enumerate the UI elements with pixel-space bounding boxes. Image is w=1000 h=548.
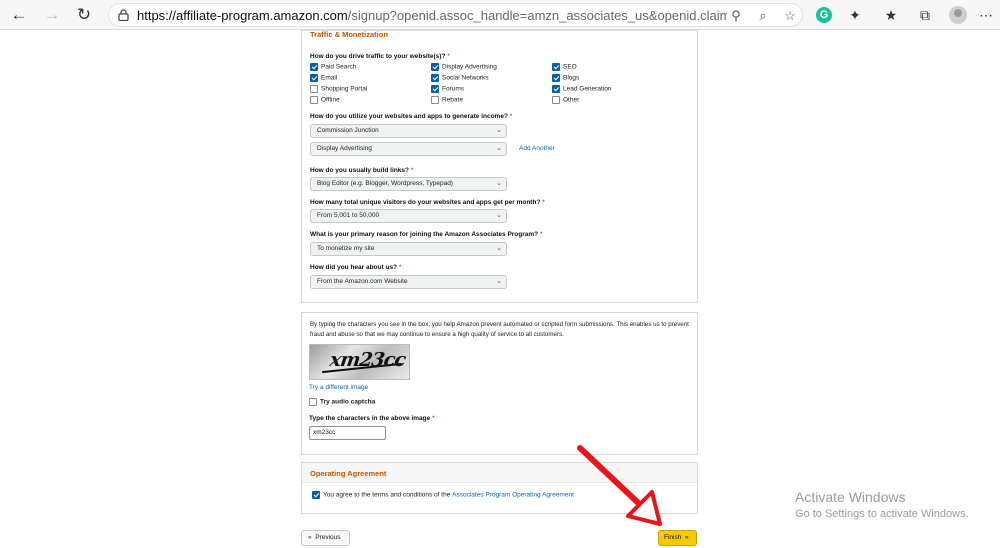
traffic-option-label: Blogs <box>563 74 580 82</box>
utilize-select-2[interactable]: Display Advertising ⌄ <box>310 142 507 156</box>
double-chevron-right-icon: » <box>684 534 689 541</box>
grammarly-icon[interactable]: G <box>816 7 832 23</box>
audio-captcha-checkbox[interactable] <box>309 398 317 406</box>
traffic-option-label: Offline <box>321 96 340 104</box>
traffic-option[interactable]: Lead Generation <box>552 85 611 93</box>
question-hear: How did you hear about us? * <box>310 264 402 271</box>
traffic-option[interactable]: Other <box>552 96 579 104</box>
captcha-explanation: By typing the characters you see in the … <box>310 321 689 338</box>
traffic-option-checkbox[interactable] <box>310 63 318 71</box>
reason-select[interactable]: To monetize my site ⌄ <box>310 242 507 256</box>
chevron-down-icon: ⌄ <box>496 180 502 187</box>
traffic-option-label: Shopping Portal <box>321 85 368 93</box>
traffic-option-label: Display Advertising <box>442 63 497 71</box>
traffic-option-label: Lead Generation <box>563 85 612 93</box>
traffic-option-label: SEO <box>563 63 577 71</box>
previous-button[interactable]: « Previous <box>301 530 350 546</box>
more-icon[interactable]: ⋯ <box>975 5 997 25</box>
traffic-option-checkbox[interactable] <box>552 74 560 82</box>
traffic-option-checkbox[interactable] <box>310 96 318 104</box>
traffic-option-checkbox[interactable] <box>431 85 439 93</box>
extensions-icon[interactable]: ✦ <box>844 5 866 25</box>
activate-windows-subtitle: Go to Settings to activate Windows. <box>795 508 969 520</box>
traffic-option[interactable]: Offline <box>310 96 340 104</box>
traffic-option-label: Paid Search <box>321 63 357 71</box>
captcha-input[interactable]: xm23cc <box>309 426 386 440</box>
question-links: How do you usually build links? * <box>310 167 414 174</box>
chevron-down-icon: ⌄ <box>496 278 502 285</box>
traffic-option-checkbox[interactable] <box>310 85 318 93</box>
collections-icon[interactable]: ⧉ <box>914 5 936 25</box>
agreement-option[interactable]: You agree to the terms and conditions of… <box>312 491 574 499</box>
finish-button[interactable]: Finish » <box>658 530 697 546</box>
agreement-title: Operating Agreement <box>310 469 387 478</box>
chevron-down-icon: ⌄ <box>496 245 502 252</box>
favorite-icon[interactable]: ☆ <box>781 7 799 25</box>
utilize-select-1[interactable]: Commission Junction ⌄ <box>310 124 507 138</box>
lock-icon <box>118 9 129 21</box>
traffic-option-checkbox[interactable] <box>310 74 318 82</box>
traffic-panel: Traffic & Monetization How do you drive … <box>301 30 698 303</box>
url-text: https://affiliate-program.amazon.com/sig… <box>137 8 727 23</box>
traffic-option-label: Other <box>563 96 580 104</box>
traffic-option-checkbox[interactable] <box>431 96 439 104</box>
visitors-select[interactable]: From 5,001 to 50,000 ⌄ <box>310 209 507 223</box>
address-bar[interactable]: https://affiliate-program.amazon.com/sig… <box>108 3 803 27</box>
chevron-down-icon: ⌄ <box>496 145 502 152</box>
question-reason: What is your primary reason for joining … <box>310 231 543 238</box>
question-drive-traffic: How do you drive traffic to your website… <box>310 53 450 60</box>
zoom-icon[interactable]: ⌕ <box>754 7 772 25</box>
avatar[interactable] <box>949 6 967 24</box>
back-icon[interactable]: ← <box>8 5 30 25</box>
traffic-option[interactable]: Email <box>310 74 337 82</box>
operating-agreement-link[interactable]: Associates Program Operating Agreement <box>452 492 574 499</box>
activate-windows-title: Activate Windows <box>795 489 906 505</box>
key-icon[interactable]: ⚲ <box>727 7 745 25</box>
traffic-option-label: Email <box>321 74 338 82</box>
traffic-option-label: Rebate <box>442 96 463 104</box>
add-another-link[interactable]: Add Another <box>519 145 555 152</box>
question-utilize: How do you utilize your websites and app… <box>310 113 513 120</box>
traffic-option-checkbox[interactable] <box>431 74 439 82</box>
double-chevron-left-icon: « <box>308 534 312 541</box>
different-image-link[interactable]: Try a different image <box>309 384 368 391</box>
traffic-option[interactable]: SEO <box>552 63 577 71</box>
traffic-option[interactable]: Blogs <box>552 74 579 82</box>
chevron-down-icon: ⌄ <box>496 127 502 134</box>
forward-icon[interactable]: → <box>41 5 63 25</box>
browser-toolbar: ← → ↻ https://affiliate-program.amazon.c… <box>0 0 1000 30</box>
section-title: Traffic & Monetization <box>310 30 388 39</box>
traffic-option[interactable]: Shopping Portal <box>310 85 367 93</box>
captcha-image: xm23cc <box>309 344 410 380</box>
traffic-option[interactable]: Social Networks <box>431 74 489 82</box>
traffic-option-checkbox[interactable] <box>552 85 560 93</box>
traffic-option[interactable]: Display Advertising <box>431 63 497 71</box>
traffic-option-checkbox[interactable] <box>431 63 439 71</box>
agreement-checkbox[interactable] <box>312 491 320 499</box>
favorites-list-icon[interactable]: ★ <box>880 5 902 25</box>
refresh-icon[interactable]: ↻ <box>73 5 95 25</box>
traffic-option-label: Forums <box>442 85 465 93</box>
annotation-arrow-icon <box>577 445 662 526</box>
captcha-input-label: Type the characters in the above image * <box>309 415 435 422</box>
traffic-option-checkbox[interactable] <box>552 63 560 71</box>
question-visitors: How many total unique visitors do your w… <box>310 199 545 206</box>
traffic-option[interactable]: Paid Search <box>310 63 356 71</box>
links-select[interactable]: Blog Editor (e.g. Blogger, Wordpress, Ty… <box>310 177 507 191</box>
hear-select[interactable]: From the Amazon.com Website ⌄ <box>310 275 507 289</box>
audio-captcha-option[interactable]: Try audio captcha <box>309 398 375 406</box>
traffic-option-checkbox[interactable] <box>552 96 560 104</box>
traffic-option-label: Social Networks <box>442 74 489 82</box>
traffic-option[interactable]: Forums <box>431 85 464 93</box>
chevron-down-icon: ⌄ <box>496 212 502 219</box>
traffic-option[interactable]: Rebate <box>431 96 463 104</box>
